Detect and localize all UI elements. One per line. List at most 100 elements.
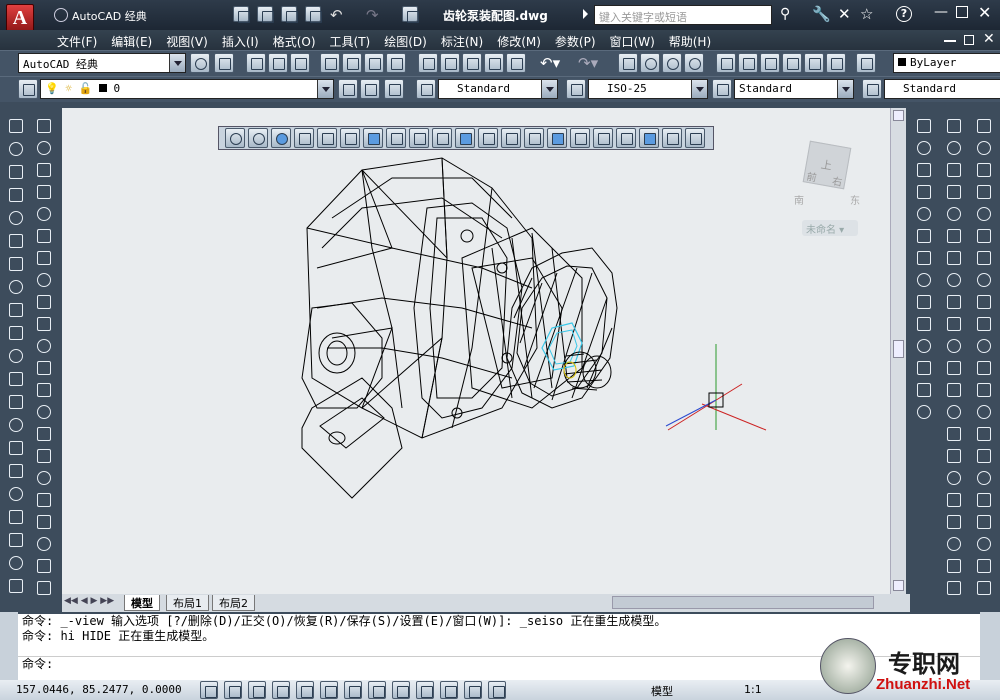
polysolid-icon[interactable]: [34, 116, 56, 136]
undo-icon[interactable]: ↶: [330, 6, 343, 24]
rotate-faces-icon[interactable]: [914, 204, 936, 224]
tolerance-icon[interactable]: [944, 402, 966, 422]
pyramid-icon[interactable]: [34, 270, 56, 290]
lineweight-toggle-icon[interactable]: [416, 681, 434, 699]
chevron-down-icon[interactable]: [837, 80, 853, 98]
jogged-linear-icon[interactable]: [944, 468, 966, 488]
modeling-tool-10-icon[interactable]: [455, 128, 475, 148]
dyn-toggle-icon[interactable]: [392, 681, 410, 699]
osnap-toggle-icon[interactable]: [296, 681, 314, 699]
trim-icon[interactable]: [974, 314, 996, 334]
menu-item-5[interactable]: 工具(T): [330, 33, 371, 50]
dim-text-edit-icon[interactable]: [944, 512, 966, 532]
color-combo[interactable]: ByLayer: [893, 53, 1000, 73]
3d-rotate-icon[interactable]: [34, 534, 56, 554]
menu-item-3[interactable]: 插入(I): [222, 33, 259, 50]
design-center-icon[interactable]: [738, 53, 758, 73]
shell-icon[interactable]: [914, 358, 936, 378]
modeling-tool-6-icon[interactable]: [363, 128, 383, 148]
qnew-icon[interactable]: [246, 53, 266, 73]
copy-icon[interactable]: [440, 53, 460, 73]
workspace-combo[interactable]: AutoCAD 经典: [18, 53, 186, 73]
offset-icon[interactable]: [974, 182, 996, 202]
modeling-tool-9-icon[interactable]: [432, 128, 452, 148]
layer-properties-icon[interactable]: [18, 79, 38, 99]
wedge-icon[interactable]: [34, 160, 56, 180]
polar-toggle-icon[interactable]: [272, 681, 290, 699]
sphere-icon[interactable]: [34, 204, 56, 224]
viewcube[interactable]: 上 前 右 南 东 未命名 ▾: [794, 136, 866, 246]
taper-faces-icon[interactable]: [914, 226, 936, 246]
modeling-tool-18-icon[interactable]: [639, 128, 659, 148]
command-scrollbar[interactable]: [980, 612, 1000, 680]
union-icon[interactable]: [34, 446, 56, 466]
rotate-icon[interactable]: [974, 248, 996, 268]
selection-cycling-toggle-icon[interactable]: [488, 681, 506, 699]
mirror-icon[interactable]: [974, 160, 996, 180]
modeling-tool-8-icon[interactable]: [409, 128, 429, 148]
tool-palettes-icon[interactable]: [760, 53, 780, 73]
fillet-icon[interactable]: [974, 446, 996, 466]
polyline-icon[interactable]: [6, 162, 28, 182]
favorites-star-icon[interactable]: ☆: [860, 5, 873, 23]
break-icon[interactable]: [974, 380, 996, 400]
separate-icon[interactable]: [914, 336, 936, 356]
extend-icon[interactable]: [974, 336, 996, 356]
layer-previous-icon[interactable]: [360, 79, 380, 99]
text-style-icon[interactable]: [416, 79, 436, 99]
solid-edit-icon[interactable]: [914, 402, 936, 422]
insert-block-icon[interactable]: [6, 369, 28, 389]
command-window-handle[interactable]: [0, 612, 18, 680]
ordinate-icon[interactable]: [944, 182, 966, 202]
ortho-toggle-icon[interactable]: [248, 681, 266, 699]
redo-toolbar-icon[interactable]: ↷▾: [578, 54, 598, 72]
modeling-tool-14-icon[interactable]: [547, 128, 567, 148]
workspace-label[interactable]: AutoCAD 经典: [72, 8, 147, 24]
3d-osnap-toggle-icon[interactable]: [320, 681, 338, 699]
multileader-style-combo[interactable]: Standard: [884, 79, 1000, 99]
modeling-tool-4-icon[interactable]: [317, 128, 337, 148]
layer-combo[interactable]: 💡 ☼ 🔓 0: [40, 79, 334, 99]
dim-style-combo[interactable]: ISO-25: [588, 79, 708, 99]
dim-style-icon[interactable]: [944, 556, 966, 576]
modeling-tool-19-icon[interactable]: [662, 128, 682, 148]
gradient-icon[interactable]: [6, 461, 28, 481]
chamfer-icon[interactable]: [974, 424, 996, 444]
color-faces-icon[interactable]: [914, 270, 936, 290]
undo-toolbar-icon[interactable]: ↶▾: [540, 54, 560, 72]
new-icon[interactable]: [233, 6, 250, 23]
check-icon[interactable]: [914, 380, 936, 400]
scroll-up-icon[interactable]: [893, 110, 904, 121]
presspull-icon[interactable]: [34, 358, 56, 378]
help-icon[interactable]: ?: [896, 6, 912, 22]
3d-align-icon[interactable]: [34, 556, 56, 576]
leader-icon[interactable]: [944, 578, 966, 598]
zoom-window-icon[interactable]: [662, 53, 682, 73]
rectangle-icon[interactable]: [6, 208, 28, 228]
tab-layout1[interactable]: 布局1: [166, 595, 209, 611]
modeling-tool-16-icon[interactable]: [593, 128, 613, 148]
block-editor-icon[interactable]: [506, 53, 526, 73]
arc-length-icon[interactable]: [944, 160, 966, 180]
hatch-icon[interactable]: [6, 438, 28, 458]
drawing-canvas[interactable]: 上 前 右 南 东 未命名 ▾: [62, 108, 893, 596]
horizontal-scrollbar[interactable]: [612, 596, 874, 609]
menu-item-0[interactable]: 文件(F): [57, 33, 97, 50]
saveas-icon[interactable]: [305, 6, 322, 23]
publish-icon[interactable]: [364, 53, 384, 73]
modeling-tool-1-icon[interactable]: [248, 128, 268, 148]
ellipse-icon[interactable]: [6, 323, 28, 343]
radius-icon[interactable]: [944, 204, 966, 224]
ucs-menu[interactable]: 未命名 ▾: [802, 220, 858, 236]
ducs-toggle-icon[interactable]: [368, 681, 386, 699]
aligned-dim-icon[interactable]: [944, 138, 966, 158]
search-input[interactable]: 键入关键字或短语: [594, 5, 772, 25]
open-file-icon[interactable]: [268, 53, 288, 73]
workspace-save-icon[interactable]: [214, 53, 234, 73]
menu-item-10[interactable]: 窗口(W): [610, 33, 655, 50]
modeling-tool-0-icon[interactable]: [225, 128, 245, 148]
vertical-scrollbar[interactable]: [890, 108, 906, 596]
chevron-down-icon[interactable]: [169, 54, 185, 72]
quick-properties-toggle-icon[interactable]: [464, 681, 482, 699]
region-icon[interactable]: [6, 484, 28, 504]
